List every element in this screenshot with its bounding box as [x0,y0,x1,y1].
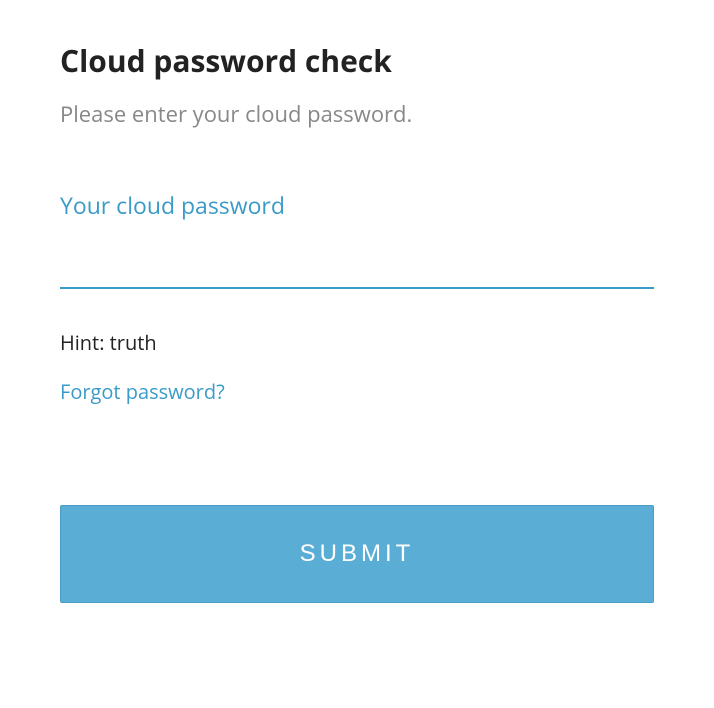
password-input[interactable] [60,229,654,289]
hint-value: truth [110,329,157,356]
password-label: Your cloud password [60,189,654,221]
password-hint: Hint: truth [60,329,654,356]
submit-button[interactable]: SUBMIT [60,505,654,603]
page-subtitle: Please enter your cloud password. [60,99,654,129]
password-check-form: Cloud password check Please enter your c… [60,40,654,603]
hint-prefix: Hint: [60,329,110,356]
forgot-password-link[interactable]: Forgot password? [60,378,225,405]
password-field-wrapper: Your cloud password [60,189,654,289]
page-title: Cloud password check [60,40,654,81]
